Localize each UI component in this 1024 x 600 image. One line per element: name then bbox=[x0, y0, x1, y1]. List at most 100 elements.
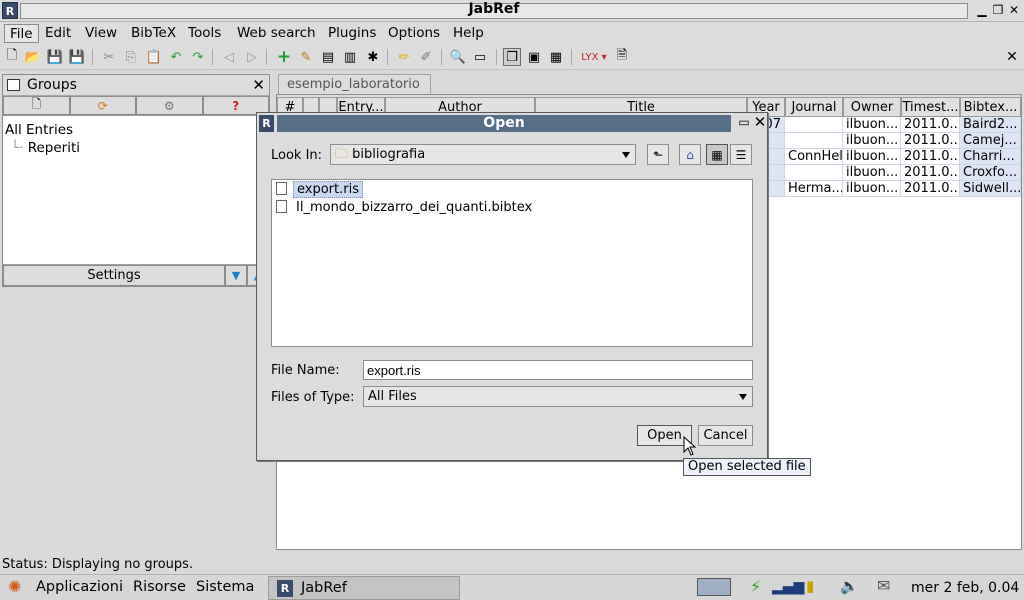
maximize-icon[interactable]: ❐ bbox=[990, 2, 1006, 19]
cell-bibtexkey: Baird2... bbox=[960, 117, 1021, 133]
new-group-icon[interactable]: 🗋 bbox=[3, 96, 70, 115]
mark-entries-icon[interactable]: ✏ bbox=[395, 48, 413, 66]
group-reperiti[interactable]: └· Reperiti bbox=[5, 139, 80, 157]
groups-buttons: 🗋 ⟳ ⚙ ? bbox=[3, 96, 269, 116]
cell-bibtexkey: Charri... bbox=[960, 149, 1021, 165]
cell-timestamp: 2011.0... bbox=[901, 149, 960, 165]
cell-journal: ConnHell bbox=[785, 149, 843, 165]
group-all-entries[interactable]: All Entries bbox=[5, 121, 80, 139]
jabref-app-icon[interactable]: R bbox=[2, 2, 18, 19]
push-to-application-icon[interactable]: 🗎 bbox=[613, 48, 631, 66]
menu-bibtex[interactable]: BibTeX bbox=[126, 24, 181, 43]
volume-icon[interactable]: 🔈 bbox=[840, 577, 859, 595]
forward-icon[interactable]: ▷ bbox=[243, 48, 261, 66]
menu-options[interactable]: Options bbox=[383, 24, 445, 43]
redo-icon[interactable]: ↷ bbox=[189, 48, 207, 66]
window-titlebar: R JabRef ▁ ❐ ✕ bbox=[0, 0, 1024, 22]
workspace-switcher[interactable] bbox=[697, 578, 731, 596]
ubuntu-logo-icon[interactable]: ✺ bbox=[8, 577, 21, 596]
file-list[interactable]: export.ris Il_mondo_bizzarro_dei_quanti.… bbox=[271, 179, 753, 347]
cancel-button[interactable]: Cancel bbox=[698, 425, 753, 446]
close-groups-icon[interactable]: ✕ bbox=[252, 76, 265, 94]
file-name-label: File Name: bbox=[271, 363, 340, 378]
cell-timestamp: 2011.0... bbox=[901, 181, 960, 197]
dialog-maximize-icon[interactable]: ▭ bbox=[737, 115, 751, 131]
cell-owner: ilbuon... bbox=[843, 149, 901, 165]
up-one-level-icon[interactable]: ⬑ bbox=[647, 144, 669, 165]
cut-icon[interactable]: ✂ bbox=[100, 48, 118, 66]
back-icon[interactable]: ◁ bbox=[220, 48, 238, 66]
toggle-pane-icon[interactable]: ▣ bbox=[525, 48, 543, 66]
save-icon[interactable]: 💾 bbox=[46, 48, 64, 66]
undo-icon[interactable]: ↶ bbox=[167, 48, 185, 66]
cell-owner: ilbuon... bbox=[843, 117, 901, 133]
mail-icon[interactable]: ✉ bbox=[877, 576, 890, 595]
file-icon bbox=[276, 182, 287, 195]
applications-menu[interactable]: Applicazioni bbox=[36, 579, 123, 595]
taskbar-jabref-button[interactable]: R JabRef bbox=[268, 576, 460, 600]
file-item-bibtex[interactable]: Il_mondo_bizzarro_dei_quanti.bibtex bbox=[276, 200, 535, 217]
lyx-push-icon[interactable]: LYX ▾ bbox=[579, 48, 609, 66]
close-database-icon[interactable]: ✕ bbox=[1003, 48, 1021, 66]
edit-strings-icon[interactable]: ▥ bbox=[341, 48, 359, 66]
copy-icon[interactable]: ⎘ bbox=[122, 48, 140, 66]
groups-title: Groups bbox=[27, 77, 77, 93]
col-owner[interactable]: Owner bbox=[843, 97, 901, 117]
paste-icon[interactable]: 📋 bbox=[145, 48, 163, 66]
mouse-cursor-icon bbox=[683, 436, 697, 456]
signal-icon[interactable]: ▂▄▆ bbox=[772, 579, 804, 597]
new-entry-icon[interactable]: + bbox=[275, 47, 293, 67]
file-name-input[interactable] bbox=[363, 360, 753, 380]
home-icon[interactable]: ⌂ bbox=[679, 144, 701, 165]
menu-help[interactable]: Help bbox=[448, 24, 489, 43]
edit-entry-icon[interactable]: ✎ bbox=[297, 48, 315, 66]
look-in-combo[interactable]: 🗀 bibliografia bbox=[330, 144, 636, 165]
menu-tools[interactable]: Tools bbox=[183, 24, 226, 43]
details-view-icon[interactable]: ☰ bbox=[730, 144, 752, 165]
close-window-icon[interactable]: ✕ bbox=[1006, 2, 1022, 19]
files-of-type-combo[interactable]: All Files bbox=[363, 386, 753, 407]
menu-edit[interactable]: Edit bbox=[40, 24, 76, 43]
battery-icon[interactable]: ▮ bbox=[806, 577, 814, 595]
look-in-value: bibliografia bbox=[352, 147, 426, 162]
group-reperiti-label: Reperiti bbox=[27, 140, 81, 156]
menu-plugins[interactable]: Plugins bbox=[323, 24, 381, 43]
group-settings-icon[interactable]: ⚙ bbox=[136, 96, 203, 115]
database-tabstrip: esempio_laboratorio bbox=[276, 74, 1022, 94]
new-database-icon[interactable]: 🗋 bbox=[3, 48, 21, 66]
save-all-icon[interactable]: 💾 bbox=[68, 48, 86, 66]
menu-file[interactable]: File bbox=[4, 24, 39, 43]
network-icon[interactable]: ⚡ bbox=[750, 577, 761, 596]
dialog-app-icon[interactable]: R bbox=[259, 115, 274, 132]
col-bibtexkey[interactable]: Bibtex... bbox=[960, 97, 1021, 117]
system-menu[interactable]: Sistema bbox=[196, 579, 254, 595]
unmark-entries-icon[interactable]: ✐ bbox=[417, 48, 435, 66]
tab-esempio-laboratorio[interactable]: esempio_laboratorio bbox=[278, 74, 431, 94]
menu-web-search[interactable]: Web search bbox=[232, 24, 321, 43]
toggle-entry-icon[interactable]: ▦ bbox=[547, 48, 565, 66]
col-journal[interactable]: Journal bbox=[785, 97, 843, 117]
edit-preamble-icon[interactable]: ▤ bbox=[319, 48, 337, 66]
menu-view[interactable]: View bbox=[80, 24, 122, 43]
cell-owner: ilbuon... bbox=[843, 133, 901, 149]
col-timestamp[interactable]: Timest... bbox=[901, 97, 960, 117]
list-view-icon[interactable]: ▦ bbox=[706, 144, 728, 165]
open-database-icon[interactable]: 📂 bbox=[24, 48, 42, 66]
dialog-close-icon[interactable]: ✕ bbox=[752, 113, 768, 131]
groups-settings-button[interactable]: Settings bbox=[3, 265, 225, 286]
cell-bibtexkey: Camej... bbox=[960, 133, 1021, 149]
cleanup-icon[interactable]: ✱ bbox=[364, 48, 382, 66]
file-item-export-ris[interactable]: export.ris bbox=[276, 181, 363, 199]
search-icon[interactable]: 🔍 bbox=[449, 48, 467, 66]
minimize-icon[interactable]: ▁ bbox=[974, 2, 990, 19]
preview-icon[interactable]: ▭ bbox=[471, 48, 489, 66]
filter-down-icon[interactable]: ▼ bbox=[225, 265, 247, 286]
toggle-groups-icon[interactable]: ❐ bbox=[503, 48, 521, 66]
clock[interactable]: mer 2 feb, 0.04 bbox=[911, 580, 1019, 596]
files-of-type-value: All Files bbox=[368, 389, 417, 404]
cell-journal bbox=[785, 133, 843, 149]
cell-bibtexkey: Sidwell... bbox=[960, 181, 1021, 197]
cell-journal bbox=[785, 165, 843, 181]
places-menu[interactable]: Risorse bbox=[133, 579, 186, 595]
refresh-group-icon[interactable]: ⟳ bbox=[69, 96, 136, 115]
